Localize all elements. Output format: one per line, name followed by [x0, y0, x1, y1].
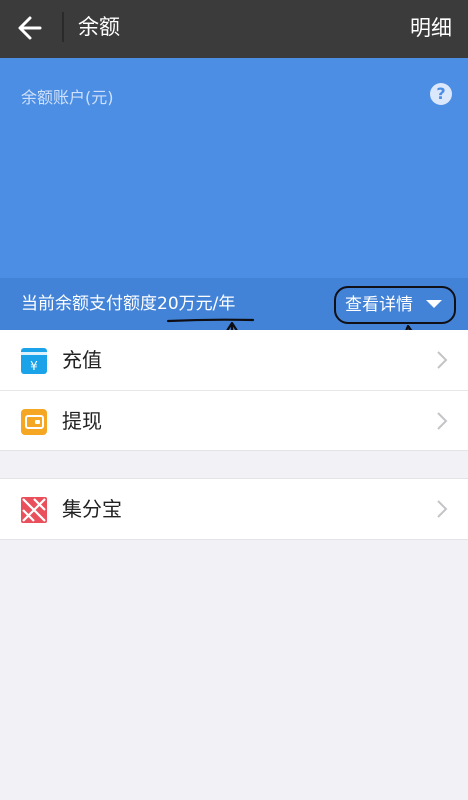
page-title: 余额 — [78, 15, 120, 39]
balance-account-label: 余额账户(元) — [21, 88, 114, 107]
arrow-left-icon — [18, 16, 42, 40]
balance-card: 余额账户(元) ? — [0, 58, 468, 278]
wallet-icon — [21, 409, 47, 435]
list-item-label: 集分宝 — [62, 497, 122, 521]
jifenbao-icon — [21, 497, 47, 523]
caret-down-icon — [426, 300, 442, 308]
title-divider — [62, 12, 64, 42]
section-divider — [0, 450, 468, 451]
list-item-label: 充值 — [62, 348, 102, 372]
list-item-label: 提现 — [62, 409, 102, 433]
transaction-detail-link[interactable]: 明细 — [410, 14, 452, 42]
chevron-right-icon — [437, 500, 448, 518]
extras-list: 集分宝 — [0, 479, 468, 539]
payment-quota-bar: 当前余额支付额度20万元/年 查看详情 — [0, 278, 468, 330]
view-details-label: 查看详情 — [345, 295, 413, 315]
list-item-jifenbao[interactable]: 集分宝 — [0, 479, 468, 539]
app-bar: 余额 明细 — [0, 0, 468, 58]
question-mark-icon[interactable]: ? — [430, 83, 452, 105]
list-item-withdraw[interactable]: 提现 — [0, 390, 468, 451]
list-item-recharge[interactable]: ¥ 充值 — [0, 330, 468, 390]
balance-actions-list: ¥ 充值 提现 — [0, 330, 468, 451]
back-button[interactable] — [12, 10, 52, 46]
chevron-right-icon — [437, 351, 448, 369]
yuan-card-icon: ¥ — [21, 348, 47, 374]
svg-text:¥: ¥ — [30, 359, 38, 373]
payment-quota-text: 当前余额支付额度20万元/年 — [21, 294, 236, 314]
chevron-right-icon — [437, 412, 448, 430]
section-divider — [0, 539, 468, 540]
view-details-button[interactable]: 查看详情 — [334, 286, 456, 324]
